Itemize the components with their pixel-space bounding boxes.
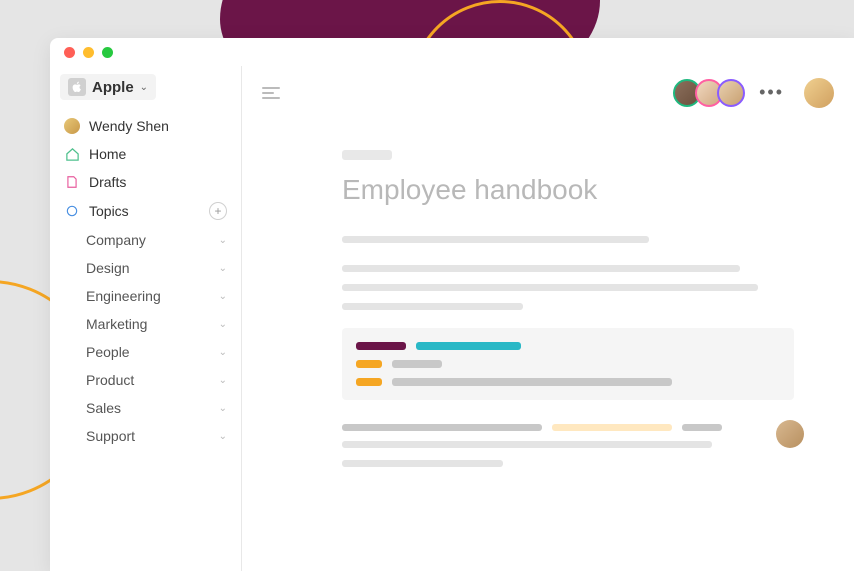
user-profile-link[interactable]: Wendy Shen [60, 112, 231, 140]
placeholder-line [342, 441, 712, 448]
avatar [64, 118, 80, 134]
document-body: Employee handbook [242, 120, 854, 479]
document-title[interactable]: Employee handbook [342, 174, 794, 206]
chevron-down-icon: ⌄ [219, 263, 227, 274]
placeholder-line [682, 424, 722, 431]
highlight-chip [356, 342, 406, 350]
drafts-icon [64, 174, 80, 190]
topic-item-sales[interactable]: Sales ⌄ [86, 394, 231, 422]
placeholder-line [342, 303, 523, 310]
placeholder-line [392, 378, 672, 386]
app-window: Apple ⌄ Wendy Shen Home Drafts [50, 38, 854, 571]
chevron-down-icon: ⌄ [219, 347, 227, 358]
topbar-right: ••• [673, 78, 834, 108]
current-user-avatar[interactable] [804, 78, 834, 108]
highlight-chip [356, 378, 382, 386]
paragraph-with-comment [342, 424, 794, 467]
placeholder-line [342, 265, 740, 272]
presence-avatars[interactable] [673, 79, 745, 107]
window-titlebar [50, 38, 854, 66]
chevron-down-icon: ⌄ [140, 82, 148, 93]
comment-author-avatar[interactable] [776, 420, 804, 448]
topics-icon [64, 203, 80, 219]
callout-block [342, 328, 794, 400]
chevron-down-icon: ⌄ [219, 431, 227, 442]
chevron-down-icon: ⌄ [219, 291, 227, 302]
menu-icon[interactable] [262, 87, 280, 99]
placeholder-line [342, 236, 649, 243]
highlight-chip [552, 424, 672, 431]
minimize-icon[interactable] [83, 47, 94, 58]
chevron-down-icon: ⌄ [219, 319, 227, 330]
topic-item-engineering[interactable]: Engineering ⌄ [86, 282, 231, 310]
highlight-chip [416, 342, 521, 350]
sidebar: Apple ⌄ Wendy Shen Home Drafts [50, 66, 242, 571]
sidebar-item-topics[interactable]: Topics + [60, 196, 231, 226]
apple-logo-icon [68, 78, 86, 96]
placeholder-line [392, 360, 442, 368]
topic-item-people[interactable]: People ⌄ [86, 338, 231, 366]
collaborator-avatar[interactable] [717, 79, 745, 107]
sidebar-item-drafts[interactable]: Drafts [60, 168, 231, 196]
topic-item-support[interactable]: Support ⌄ [86, 422, 231, 450]
topic-item-product[interactable]: Product ⌄ [86, 366, 231, 394]
topics-list: Company ⌄ Design ⌄ Engineering ⌄ Marketi… [60, 226, 231, 450]
topic-item-design[interactable]: Design ⌄ [86, 254, 231, 282]
chevron-down-icon: ⌄ [219, 375, 227, 386]
placeholder-line [342, 460, 503, 467]
more-menu-button[interactable]: ••• [755, 82, 788, 103]
maximize-icon[interactable] [102, 47, 113, 58]
topic-item-company[interactable]: Company ⌄ [86, 226, 231, 254]
topbar: ••• [242, 66, 854, 120]
placeholder-line [342, 284, 758, 291]
chevron-down-icon: ⌄ [219, 235, 227, 246]
user-name: Wendy Shen [89, 118, 227, 134]
chevron-down-icon: ⌄ [219, 403, 227, 414]
placeholder-line [342, 150, 392, 160]
highlight-chip [356, 360, 382, 368]
workspace-switcher[interactable]: Apple ⌄ [60, 74, 156, 100]
main-panel: ••• Employee handbook [242, 66, 854, 571]
placeholder-line [342, 424, 542, 431]
close-icon[interactable] [64, 47, 75, 58]
topic-item-marketing[interactable]: Marketing ⌄ [86, 310, 231, 338]
workspace-name: Apple [92, 79, 134, 96]
home-icon [64, 146, 80, 162]
sidebar-item-home[interactable]: Home [60, 140, 231, 168]
add-topic-button[interactable]: + [209, 202, 227, 220]
content-area: Apple ⌄ Wendy Shen Home Drafts [50, 66, 854, 571]
